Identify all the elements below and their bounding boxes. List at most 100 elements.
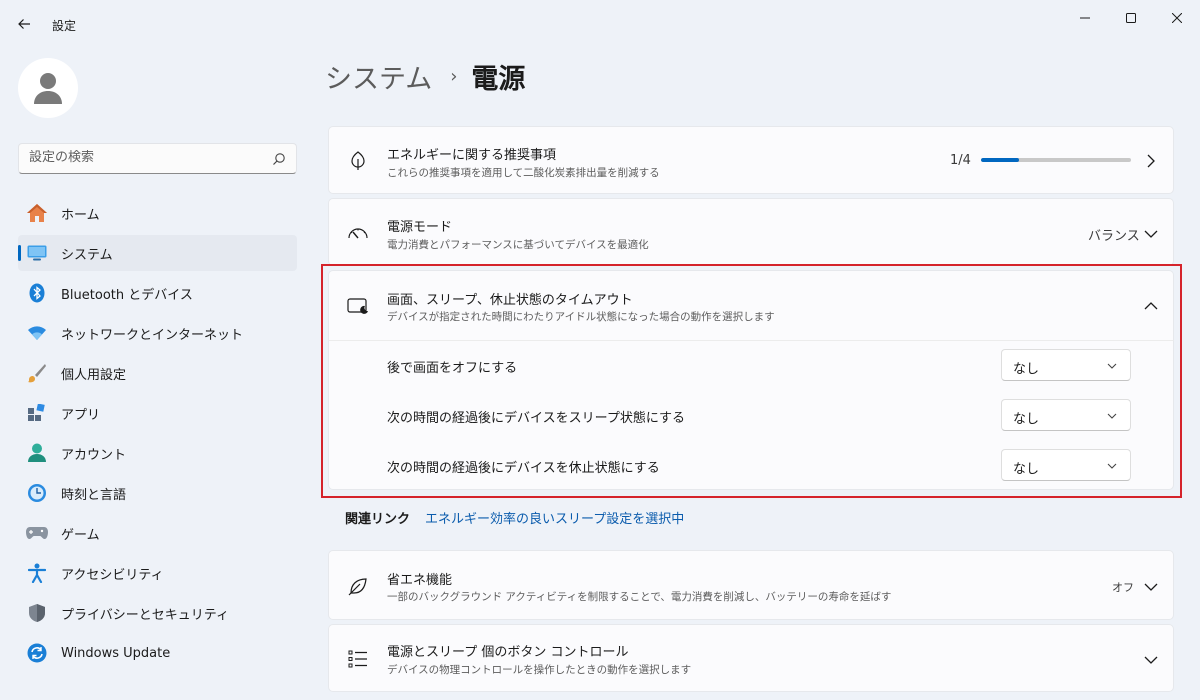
hibernate-label: 次の時間の経過後にデバイスを休止状態にする	[387, 461, 660, 476]
avatar[interactable]	[18, 58, 78, 118]
sidebar-item-privacy[interactable]: プライバシーとセキュリティ	[18, 595, 297, 631]
chevron-up-icon[interactable]	[1143, 298, 1159, 314]
related-links-label: 関連リンク	[345, 512, 411, 527]
sidebar-item-home[interactable]: ホーム	[18, 195, 297, 231]
personalization-icon	[26, 362, 48, 384]
card-subtitle: 一部のバックグラウンド アクティビティを制限することで、電力消費を削減し、バッテ…	[387, 591, 892, 603]
power-mode-value[interactable]: バランス	[1088, 225, 1140, 244]
breadcrumb-parent[interactable]: システム	[325, 57, 432, 96]
card-title: 電源とスリープ 個のボタン コントロール	[387, 645, 629, 660]
windows-update-icon	[26, 642, 48, 664]
close-button[interactable]	[1154, 4, 1200, 32]
minimize-icon	[1080, 17, 1090, 19]
privacy-icon	[26, 602, 48, 624]
minimize-button[interactable]	[1062, 4, 1108, 32]
breadcrumb-separator: ›	[450, 66, 458, 87]
dropdown-value: なし	[1013, 412, 1040, 427]
sidebar-item-label: ホーム	[61, 207, 100, 223]
sleep-label: 次の時間の経過後にデバイスをスリープ状態にする	[387, 411, 685, 426]
search-box[interactable]	[18, 143, 297, 174]
progress-fill	[981, 158, 1019, 162]
sidebar-item-label: 時刻と言語	[61, 487, 127, 503]
screen-sleep-card[interactable]: 画面、スリープ、休止状態のタイムアウト デバイスが指定された時間にわたりアイドル…	[328, 270, 1174, 340]
sidebar-item-label: ネットワークとインターネット	[61, 327, 244, 343]
search-input[interactable]	[29, 150, 259, 165]
related-link[interactable]: エネルギー効率の良いスリープ設定を選択中	[425, 508, 684, 527]
account-icon	[26, 442, 48, 464]
sidebar-item-windows-update[interactable]: Windows Update	[18, 635, 297, 671]
user-icon	[34, 73, 62, 104]
progress-count: 1/4	[950, 153, 971, 168]
sidebar-item-system[interactable]: システム	[18, 235, 297, 271]
sidebar-item-personalization[interactable]: 個人用設定	[18, 355, 297, 391]
sidebar-item-accessibility[interactable]: アクセシビリティ	[18, 555, 297, 591]
screen-sleep-icon	[347, 295, 369, 317]
maximize-button[interactable]	[1108, 4, 1154, 32]
sidebar-item-label: Windows Update	[61, 645, 171, 661]
sidebar-item-label: ゲーム	[61, 527, 100, 543]
card-subtitle: これらの推奨事項を適用して二酸化炭素排出量を削減する	[387, 167, 660, 179]
sidebar-item-network[interactable]: ネットワークとインターネット	[18, 315, 297, 351]
breadcrumb: システム › 電源	[325, 57, 525, 96]
screen-sleep-settings: 後で画面をオフにする なし 次の時間の経過後にデバイスをスリープ状態にする なし…	[328, 340, 1174, 490]
list-icon	[347, 648, 369, 670]
screen-off-dropdown[interactable]: なし	[1001, 349, 1131, 381]
app-title: 設定	[52, 19, 77, 33]
time-language-icon	[26, 482, 48, 504]
bluetooth-icon	[26, 282, 48, 304]
hibernate-dropdown[interactable]: なし	[1001, 449, 1131, 481]
energy-saver-status: オフ	[1112, 581, 1134, 594]
accessibility-icon	[26, 562, 48, 584]
dropdown-value: なし	[1013, 462, 1040, 477]
sidebar-item-label: アプリ	[61, 407, 101, 423]
chevron-down-icon	[1107, 463, 1117, 469]
card-title: 画面、スリープ、休止状態のタイムアウト	[387, 293, 633, 308]
search-icon[interactable]	[272, 152, 286, 166]
dropdown-value: なし	[1013, 362, 1040, 377]
sleep-dropdown[interactable]: なし	[1001, 399, 1131, 431]
power-buttons-card[interactable]: 電源とスリープ 個のボタン コントロール デバイスの物理コントロールを操作したと…	[328, 624, 1174, 692]
card-subtitle: デバイスの物理コントロールを操作したときの動作を選択します	[387, 664, 692, 676]
maximize-icon	[1126, 13, 1136, 23]
sidebar-item-label: Bluetooth とデバイス	[61, 287, 193, 303]
sidebar-item-time-language[interactable]: 時刻と言語	[18, 475, 297, 511]
sidebar-item-label: 個人用設定	[61, 367, 127, 383]
chevron-right-icon[interactable]	[1143, 153, 1159, 169]
system-icon	[26, 242, 48, 264]
gaming-icon	[26, 522, 48, 544]
sidebar-item-label: プライバシーとセキュリティ	[61, 607, 229, 623]
sidebar-item-bluetooth[interactable]: Bluetooth とデバイス	[18, 275, 297, 311]
energy-saver-card[interactable]: 省エネ機能 一部のバックグラウンド アクティビティを制限することで、電力消費を削…	[328, 550, 1174, 620]
chevron-down-icon[interactable]	[1143, 652, 1159, 668]
power-mode-gauge-icon	[347, 222, 369, 244]
chevron-down-icon[interactable]	[1143, 579, 1159, 595]
sidebar-item-account[interactable]: アカウント	[18, 435, 297, 471]
sidebar-item-label: システム	[61, 247, 113, 263]
home-icon	[26, 202, 48, 224]
card-subtitle: 電力消費とパフォーマンスに基づいてデバイスを最適化	[387, 239, 649, 251]
card-subtitle: デバイスが指定された時間にわたりアイドル状態になった場合の動作を選択します	[387, 311, 775, 323]
card-title: エネルギーに関する推奨事項	[387, 148, 557, 163]
apps-icon	[26, 402, 48, 424]
page-title: 電源	[471, 64, 526, 95]
sidebar-item-label: アカウント	[61, 447, 127, 463]
sidebar-item-label: アクセシビリティ	[61, 567, 164, 583]
sidebar-item-apps[interactable]: アプリ	[18, 395, 297, 431]
screen-off-label: 後で画面をオフにする	[387, 361, 518, 376]
leaf-icon	[347, 150, 369, 172]
close-icon	[1172, 13, 1182, 23]
title-bar: 設定	[0, 0, 1200, 48]
energy-recommendations-card[interactable]: エネルギーに関する推奨事項 これらの推奨事項を適用して二酸化炭素排出量を削減する…	[328, 126, 1174, 194]
back-arrow-icon	[18, 19, 30, 29]
chevron-down-icon	[1107, 363, 1117, 369]
progress-bar	[981, 158, 1131, 162]
network-icon	[26, 322, 48, 344]
chevron-down-icon[interactable]	[1143, 226, 1159, 242]
energy-saver-leaf-icon	[347, 575, 369, 597]
power-mode-card[interactable]: 電源モード 電力消費とパフォーマンスに基づいてデバイスを最適化 バランス	[328, 198, 1174, 266]
chevron-down-icon	[1107, 413, 1117, 419]
sidebar-nav: ホーム システム Bluetooth とデバイス ネットワークとインターネット …	[18, 195, 297, 675]
back-button[interactable]	[12, 12, 36, 36]
card-title: 省エネ機能	[387, 573, 453, 588]
sidebar-item-gaming[interactable]: ゲーム	[18, 515, 297, 551]
